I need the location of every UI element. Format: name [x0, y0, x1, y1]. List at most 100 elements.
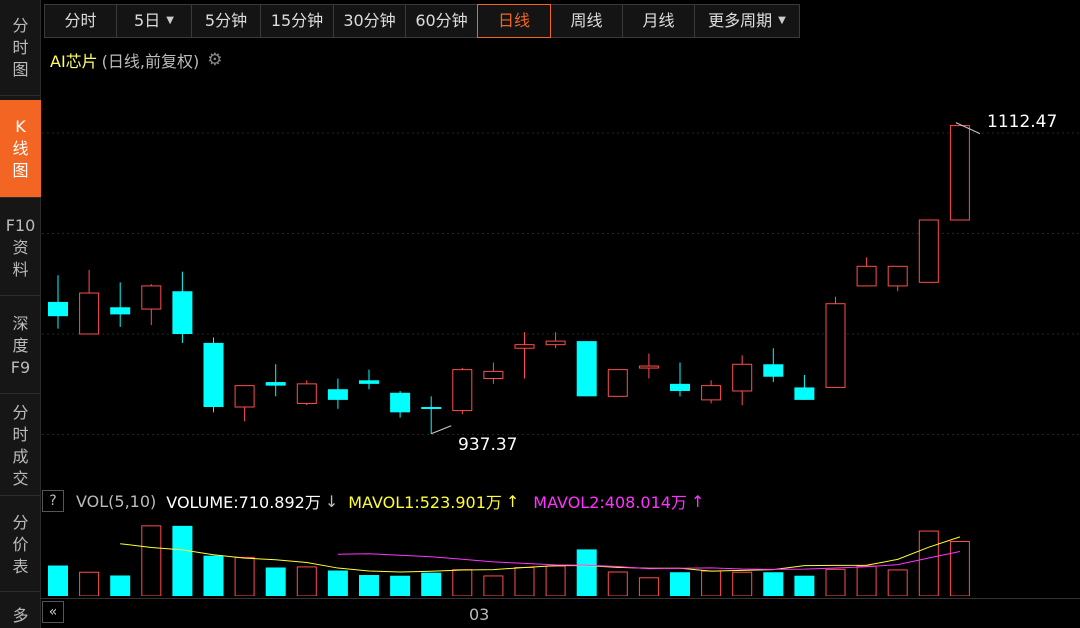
sidebar-item-char: 度	[12, 335, 29, 355]
chart-mode: (日线,前复权)	[101, 52, 200, 71]
gear-icon[interactable]: ⚙	[207, 50, 222, 70]
low-price-label: 937.37	[458, 435, 518, 455]
sidebar-item-char: 时	[12, 37, 29, 57]
tab-label: 15分钟	[270, 11, 324, 30]
volume-bar	[359, 575, 379, 596]
sidebar-item-char: 料	[12, 259, 29, 279]
volume-bar	[265, 567, 286, 596]
candle-body	[607, 369, 628, 397]
sidebar-item-trades[interactable]: 分时成交	[0, 396, 41, 496]
tab-label: 5分钟	[204, 11, 248, 30]
volume-bar	[576, 549, 597, 596]
high-price-label: 1112.47	[987, 112, 1058, 132]
mavol1-value: MAVOL1:523.901万	[348, 493, 502, 512]
sidebar-item-more[interactable]: 多	[0, 596, 41, 628]
tab-60min[interactable]: 60分钟	[405, 4, 478, 38]
sidebar-item-char: F10	[5, 215, 36, 235]
volume-bar	[545, 565, 566, 596]
sidebar-item-char: F9	[10, 357, 31, 377]
candle-body	[390, 392, 411, 413]
candle-body	[265, 382, 286, 386]
sidebar-item-char: 价	[12, 534, 29, 554]
volume-bar	[856, 565, 877, 596]
tab-label: 5日	[134, 11, 161, 30]
tab-label: 日线	[497, 11, 530, 30]
sidebar-item-char: 图	[12, 59, 29, 79]
sidebar-item-depth-f9[interactable]: 深度 F9	[0, 298, 41, 394]
candle-body	[670, 383, 690, 391]
sidebar-item-f10[interactable]: F10 资料	[0, 200, 41, 296]
tab-daily[interactable]: 日线	[477, 4, 551, 38]
candle-body	[203, 342, 224, 408]
candle-body	[638, 365, 659, 369]
sidebar-item-char: K	[15, 116, 26, 136]
candle-body	[452, 369, 473, 412]
candle-body	[483, 370, 504, 380]
volume-bar	[48, 565, 68, 596]
tab-label: 30分钟	[343, 11, 396, 30]
sidebar-item-kline[interactable]: K线图	[0, 100, 41, 198]
volume-bar	[141, 525, 162, 596]
candle-body	[732, 363, 753, 392]
candle-body	[79, 292, 100, 335]
volume-bar	[483, 575, 504, 596]
collapse-icon[interactable]: «	[42, 601, 64, 623]
volume-bar	[918, 530, 939, 596]
mavol2-value: MAVOL2:408.014万	[533, 493, 687, 512]
volume-value: VOLUME:710.892万	[166, 493, 321, 512]
candle-body	[887, 265, 908, 287]
tab-15min[interactable]: 15分钟	[260, 4, 334, 38]
candle-body	[421, 407, 442, 410]
volume-bar	[452, 569, 473, 596]
candle-body	[856, 265, 877, 287]
tab-30min[interactable]: 30分钟	[333, 4, 406, 38]
candle-body	[141, 285, 162, 310]
candle-body	[794, 387, 815, 400]
sidebar-item-char: 线	[12, 138, 29, 158]
volume-bar	[670, 572, 690, 596]
volume-bar	[296, 566, 317, 596]
tab-label: 60分钟	[415, 11, 468, 30]
volume-chart[interactable]	[42, 516, 1080, 596]
tab-weekly[interactable]: 周线	[550, 4, 623, 38]
volume-bar	[203, 555, 224, 596]
kline-chart[interactable]	[42, 70, 1080, 484]
sidebar-item-char: 分	[12, 402, 29, 422]
candle-body	[514, 344, 535, 349]
candle-body	[172, 291, 193, 334]
sidebar-item-char: 多	[12, 606, 29, 625]
sidebar-item-timeshare[interactable]: 分时图	[0, 0, 41, 96]
sidebar: 分时图 K线图 F10 资料 深度 F9 分时成交 分价表 多	[0, 0, 41, 628]
volume-bar	[638, 577, 659, 596]
candle-body	[701, 385, 722, 401]
chevron-down-icon: ▼	[778, 15, 786, 26]
tab-more-periods[interactable]: 更多周期 ▼	[694, 4, 800, 38]
tab-monthly[interactable]: 月线	[622, 4, 695, 38]
candle-body	[110, 307, 131, 315]
instrument-name: AI芯片	[50, 52, 98, 71]
volume-bar	[327, 570, 348, 596]
candle-body	[327, 389, 348, 400]
volume-bar	[949, 541, 970, 596]
volume-bar	[79, 571, 100, 596]
volume-bar	[234, 556, 255, 596]
sidebar-item-char: 资	[12, 237, 29, 257]
sidebar-item-price-table[interactable]: 分价表	[0, 498, 41, 592]
sidebar-item-char: 表	[12, 556, 29, 576]
tab-5day[interactable]: 5日 ▼	[116, 4, 192, 38]
help-button[interactable]: ?	[42, 490, 64, 512]
chevron-down-icon: ▼	[166, 15, 174, 26]
tab-label: 分时	[64, 11, 97, 30]
tab-5min[interactable]: 5分钟	[191, 4, 261, 38]
candle-body	[545, 340, 566, 346]
sidebar-item-char: 时	[12, 424, 29, 444]
candle-body	[234, 385, 255, 408]
arrow-up-icon: ↑	[690, 491, 705, 511]
tab-label: 周线	[570, 11, 603, 30]
period-toolbar: 分时 5日 ▼ 5分钟 15分钟 30分钟 60分钟 日线 周线 月线 更多周期 ▼	[44, 4, 800, 38]
sidebar-item-char: 深	[12, 313, 29, 333]
tab-label: 更多周期	[708, 11, 773, 30]
tab-timeshare[interactable]: 分时	[44, 4, 117, 38]
volume-indicator-label[interactable]: VOL(5,10)	[76, 492, 156, 511]
volume-bar	[887, 569, 908, 596]
